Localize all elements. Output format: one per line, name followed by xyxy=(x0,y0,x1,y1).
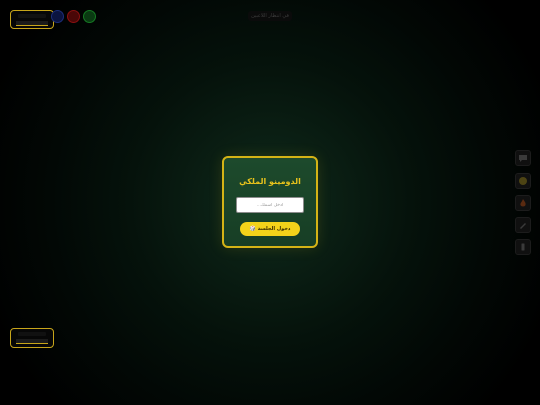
red-color-button[interactable] xyxy=(67,10,80,23)
game-status: في انتظار اللاعبين xyxy=(248,11,292,21)
opponent-info-panel xyxy=(10,328,54,348)
emoji-button[interactable] xyxy=(515,173,531,189)
player-info-panel xyxy=(10,10,54,29)
game-table: في انتظار اللاعبين الدومينو الملكي أدخل … xyxy=(0,0,540,405)
player-name-input[interactable] xyxy=(236,197,304,213)
card-icon xyxy=(521,243,525,251)
pencil-icon xyxy=(520,223,526,229)
chat-icon xyxy=(519,155,527,162)
dialog-title: الدومينو الملكي xyxy=(239,177,301,186)
fire-button[interactable] xyxy=(515,195,531,211)
enter-session-button[interactable]: دخول الجلسة 🎲 xyxy=(240,222,300,236)
blue-color-button[interactable] xyxy=(51,10,64,23)
chat-button[interactable] xyxy=(515,150,531,166)
card-button[interactable] xyxy=(515,239,531,255)
green-color-button[interactable] xyxy=(83,10,96,23)
player-score-slot xyxy=(16,21,48,26)
fire-icon xyxy=(520,199,526,207)
dice-icon: 🎲 xyxy=(249,226,256,232)
player-name-slot xyxy=(18,14,46,18)
opponent-name-slot xyxy=(18,332,46,336)
enter-session-label: دخول الجلسة xyxy=(257,226,291,232)
opponent-score-slot xyxy=(16,339,48,344)
emoji-icon xyxy=(519,177,527,185)
draw-button[interactable] xyxy=(515,217,531,233)
login-dialog: الدومينو الملكي دخول الجلسة 🎲 xyxy=(222,156,318,248)
